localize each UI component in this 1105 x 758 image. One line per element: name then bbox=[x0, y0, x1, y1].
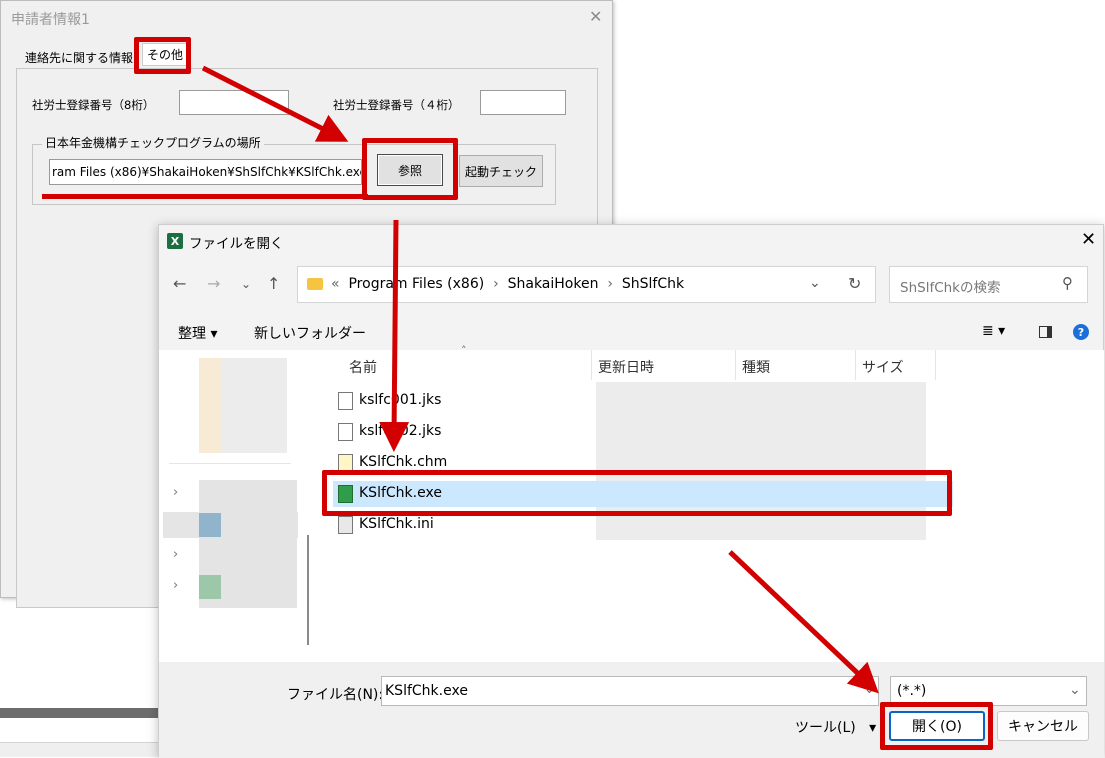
arrow-to-file bbox=[379, 219, 410, 452]
arrow-to-browse bbox=[201, 65, 349, 142]
arrow-to-open bbox=[728, 550, 879, 694]
annotation-arrows bbox=[201, 65, 879, 694]
